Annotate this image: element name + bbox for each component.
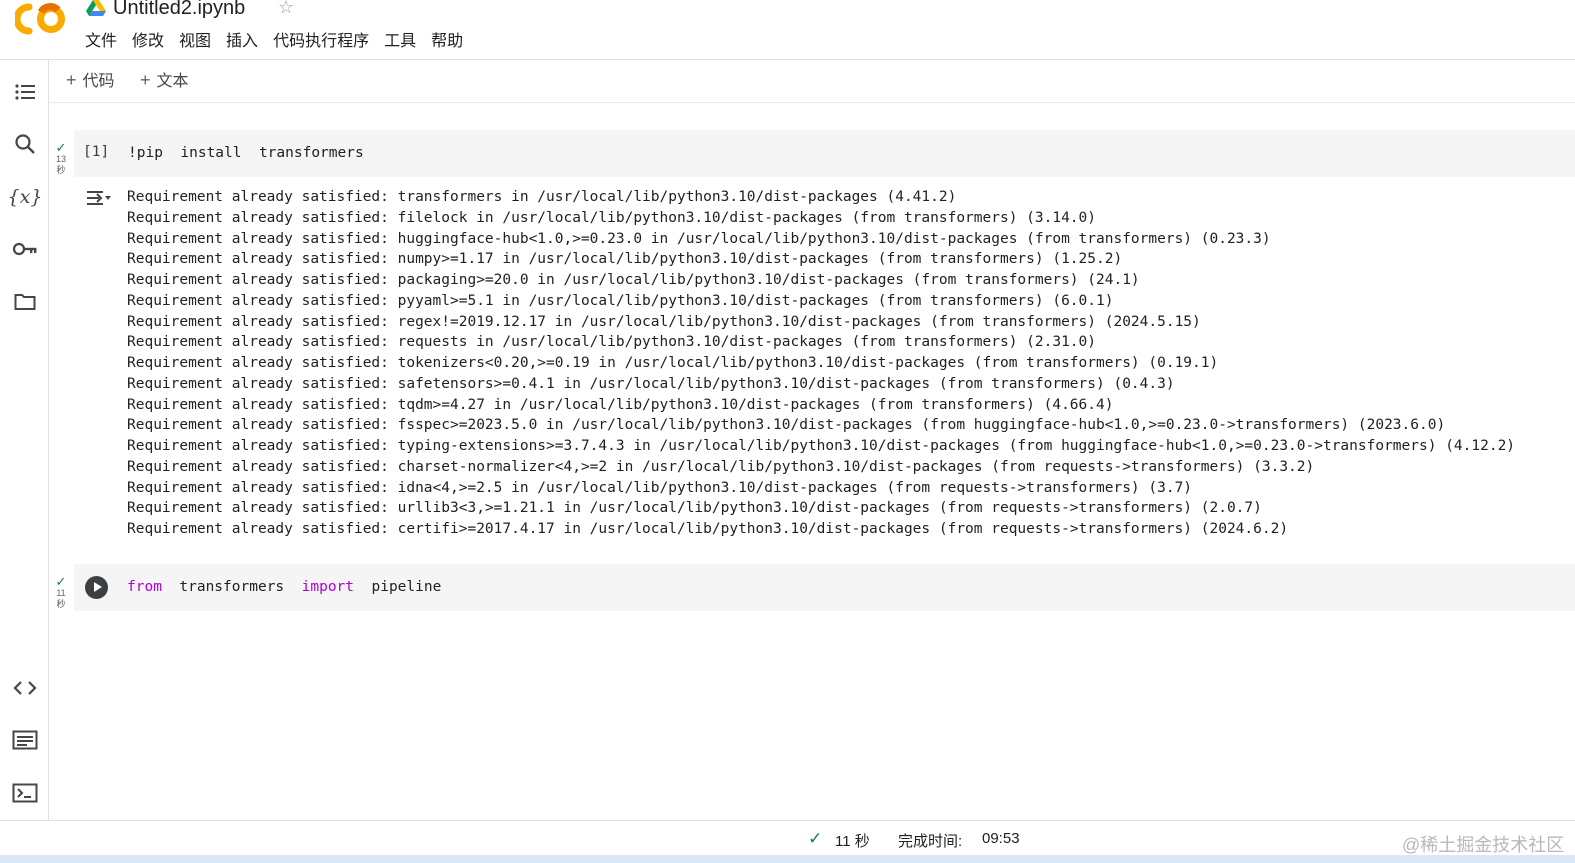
- cell-1-output: Requirement already satisfied: transform…: [127, 187, 1515, 540]
- run-cell-button[interactable]: [85, 576, 108, 599]
- menu-tools[interactable]: 工具: [377, 30, 424, 54]
- menu-insert[interactable]: 插入: [219, 30, 266, 54]
- output-line: Requirement already satisfied: safetenso…: [127, 375, 1175, 392]
- variables-icon[interactable]: {𝑥}: [8, 182, 43, 212]
- add-text-cell-button[interactable]: + 文本: [140, 69, 189, 93]
- keyword-import: import: [301, 579, 355, 595]
- output-line: Requirement already satisfied: numpy>=1.…: [127, 251, 1123, 268]
- output-line: Requirement already satisfied: regex!=20…: [127, 313, 1201, 330]
- command-palette-icon[interactable]: [10, 725, 40, 755]
- google-drive-icon[interactable]: [86, 0, 106, 16]
- output-line: Requirement already satisfied: certifi>=…: [127, 521, 1289, 537]
- code-cell-1[interactable]: [1] !pip install transformers: [74, 130, 1575, 177]
- menu-file[interactable]: 文件: [78, 30, 125, 54]
- check-icon: ✓: [55, 140, 67, 155]
- output-line: Requirement already satisfied: packaging…: [127, 272, 1140, 288]
- notebook-title[interactable]: Untitled2.ipynb: [113, 0, 245, 20]
- notebook-toolbar: + 代码 + 文本: [50, 61, 1575, 103]
- cell-2-status: ✓ 11 秒: [53, 574, 69, 610]
- output-line: Requirement already satisfied: idna<4,>=…: [127, 479, 1193, 496]
- code-cell-2[interactable]: from transformers import pipeline: [74, 564, 1575, 611]
- imported-name: pipeline: [371, 579, 442, 595]
- module-name: transformers: [179, 579, 285, 595]
- cell-1-status: ✓ 13 秒: [53, 140, 69, 176]
- menu-edit[interactable]: 修改: [125, 30, 172, 54]
- menu-view[interactable]: 视图: [172, 30, 219, 54]
- cell-2-run-unit: 秒: [56, 599, 66, 609]
- code-snippets-icon[interactable]: [10, 673, 40, 703]
- output-line: Requirement already satisfied: tokenizer…: [127, 355, 1219, 371]
- add-code-label: 代码: [82, 73, 115, 90]
- output-line: Requirement already satisfied: pyyaml>=5…: [127, 292, 1114, 309]
- plus-icon: +: [66, 70, 77, 90]
- add-code-cell-button[interactable]: + 代码: [66, 69, 115, 93]
- star-icon[interactable]: ☆: [278, 0, 294, 18]
- watermark: @稀土掘金技术社区: [1402, 835, 1565, 855]
- key-icon[interactable]: [10, 234, 40, 264]
- cell-1-run-unit: 秒: [56, 165, 66, 175]
- left-rail: {𝑥}: [0, 60, 49, 831]
- header: Untitled2.ipynb ☆ 文件 修改 视图 插入 代码执行程序 工具 …: [0, 0, 1575, 60]
- output-line: Requirement already satisfied: huggingfa…: [127, 230, 1271, 247]
- output-line: Requirement already satisfied: urllib3<3…: [127, 500, 1262, 517]
- check-icon: ✓: [808, 829, 823, 848]
- execution-count[interactable]: [1]: [83, 144, 109, 160]
- folder-icon[interactable]: [10, 287, 40, 317]
- terminal-icon[interactable]: [10, 778, 40, 808]
- check-icon: ✓: [55, 574, 67, 589]
- code-editor[interactable]: from transformers import pipeline: [127, 579, 441, 595]
- output-actions-icon[interactable]: [86, 187, 112, 209]
- menu-runtime[interactable]: 代码执行程序: [266, 30, 377, 54]
- completed-time: 09:53: [982, 830, 1020, 847]
- keyword-from: from: [127, 579, 162, 595]
- output-line: Requirement already satisfied: charset-n…: [127, 458, 1315, 475]
- code-editor[interactable]: !pip install transformers: [128, 145, 364, 161]
- cell-1-run-time: 13: [55, 154, 66, 164]
- output-line: Requirement already satisfied: transform…: [127, 189, 957, 205]
- add-text-label: 文本: [156, 73, 189, 90]
- cell-2-run-time: 11: [56, 588, 66, 598]
- status-bar-bottom-strip: [0, 855, 1575, 863]
- completed-label: 完成时间:: [898, 833, 963, 850]
- output-line: Requirement already satisfied: tqdm>=4.2…: [127, 396, 1114, 413]
- search-icon[interactable]: [10, 129, 40, 159]
- toc-icon[interactable]: [10, 77, 40, 107]
- colab-logo[interactable]: [15, 2, 67, 36]
- output-line: Requirement already satisfied: typing-ex…: [127, 438, 1516, 454]
- output-line: Requirement already satisfied: requests …: [127, 334, 1097, 351]
- output-line: Requirement already satisfied: filelock …: [127, 209, 1097, 226]
- output-line: Requirement already satisfied: fsspec>=2…: [127, 417, 1446, 434]
- plus-icon: +: [140, 70, 151, 90]
- menubar: 文件 修改 视图 插入 代码执行程序 工具 帮助: [78, 30, 471, 54]
- menu-help[interactable]: 帮助: [424, 30, 471, 54]
- run-duration[interactable]: 11 秒: [835, 830, 870, 851]
